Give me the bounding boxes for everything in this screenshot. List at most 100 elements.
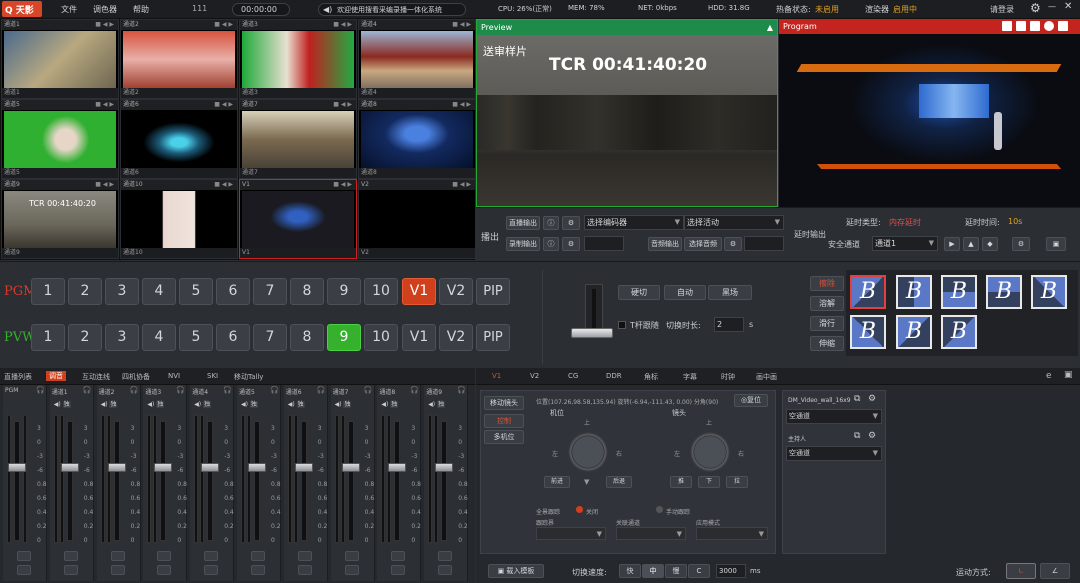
pgm-key-v2[interactable]: V2 [439, 278, 473, 305]
tab-clock[interactable]: 时钟 [721, 372, 735, 382]
headphone-icon[interactable]: 🎧 [457, 386, 466, 394]
pgm-key-6[interactable]: 6 [216, 278, 250, 305]
snapshot-icon[interactable] [1030, 21, 1040, 31]
track-range-select[interactable]: ▼ [536, 527, 606, 540]
tab-corner-logo[interactable]: 角标 [644, 372, 658, 382]
pan-button[interactable] [297, 551, 312, 561]
pvw-key-8[interactable]: 8 [290, 324, 324, 351]
mute-button[interactable] [157, 565, 172, 575]
pan-button[interactable] [438, 551, 453, 561]
layer-1-source-select[interactable]: 空通道 ▼ [786, 409, 882, 424]
pan-button[interactable] [63, 551, 78, 561]
record-gear-icon[interactable]: ⚙ [562, 237, 580, 251]
audio-field[interactable] [744, 236, 784, 251]
shield-icon[interactable]: ◆ [982, 237, 998, 251]
speed-custom[interactable]: C [688, 564, 710, 578]
pgm-key-4[interactable]: 4 [142, 278, 176, 305]
wipe-pattern-8[interactable]: B [941, 315, 977, 349]
volume-icon[interactable]: ◀) [381, 401, 390, 408]
tbar-follow-checkbox[interactable] [618, 321, 626, 329]
tab-subtitle[interactable]: 字幕 [683, 372, 697, 382]
multiview-cell-4[interactable]: 通道4 ■ ◀ ▶ 通道4 [358, 19, 476, 99]
close-icon[interactable]: ✕ [1064, 1, 1072, 12]
cut-button[interactable]: 硬切 [618, 285, 660, 300]
pan-button[interactable] [17, 551, 31, 561]
tab-pip[interactable]: 画中画 [756, 372, 777, 382]
gear-icon[interactable]: ⚙ [1030, 1, 1041, 15]
activity-select[interactable]: 选择活动 ▼ [684, 215, 784, 230]
tab-interactive[interactable]: 互动连线 [82, 372, 110, 382]
layer-1-gear-icon[interactable]: ⚙ [868, 394, 876, 404]
pvw-key-6[interactable]: 6 [216, 324, 250, 351]
pvw-key-5[interactable]: 5 [179, 324, 213, 351]
solo-button[interactable]: 独 [390, 401, 399, 408]
solo-button[interactable]: 独 [437, 401, 446, 408]
speed-slow[interactable]: 慢 [665, 564, 687, 578]
tab-mixer[interactable]: 调音 [46, 371, 66, 381]
transition-slide[interactable]: 滑行 [810, 316, 844, 331]
speed-value-input[interactable]: 3000 [716, 564, 746, 578]
pan-button[interactable] [391, 551, 406, 561]
down-arrow-icon[interactable]: ▼ [584, 478, 589, 486]
minimize-icon[interactable]: — [1048, 2, 1056, 11]
info-icon[interactable]: ⓘ [543, 216, 559, 230]
delay-extra-icon[interactable]: ▣ [1046, 237, 1066, 251]
mute-button[interactable] [63, 565, 78, 575]
side-multicam[interactable]: 多机位 [484, 430, 524, 444]
wipe-pattern-1[interactable]: B [850, 275, 886, 309]
fader-knob[interactable] [388, 463, 407, 472]
encoder-gear-icon[interactable]: ⚙ [562, 216, 580, 230]
apply-mode-select[interactable]: ▼ [696, 527, 768, 540]
fader-knob[interactable] [107, 463, 126, 472]
pvw-key-3[interactable]: 3 [105, 324, 139, 351]
transition-wipe[interactable]: 擦除 [810, 276, 844, 291]
record-icon[interactable] [1002, 21, 1012, 31]
menu-help[interactable]: 帮助 [133, 4, 149, 15]
pvw-key-7[interactable]: 7 [253, 324, 287, 351]
menu-color[interactable]: 调色器 [93, 4, 117, 15]
tab-ddr[interactable]: DDR [606, 372, 622, 380]
pgm-key-7[interactable]: 7 [253, 278, 287, 305]
pvw-key-10[interactable]: 10 [364, 324, 398, 351]
info-icon[interactable]: ⓘ [543, 237, 559, 251]
tab-four-cam[interactable]: 四机协备 [122, 372, 150, 382]
record-path-field[interactable] [584, 236, 624, 251]
multiview-cell-9[interactable]: 通道9 ■ ◀ ▶ TCR 00:41:40:20 通道9 [1, 179, 119, 259]
step-icon[interactable]: ▲ [963, 237, 979, 251]
fader-knob[interactable] [154, 463, 173, 472]
up-arrow-icon[interactable]: 上 [706, 418, 712, 427]
joystick-knob[interactable] [690, 432, 730, 472]
tab-v1[interactable]: V1 [492, 372, 501, 380]
pvw-key-v1[interactable]: V1 [402, 324, 436, 351]
solo-button[interactable]: 独 [62, 401, 71, 408]
wipe-pattern-3[interactable]: B [941, 275, 977, 309]
headphone-icon[interactable]: 🎧 [176, 386, 185, 394]
side-control[interactable]: 控制 [484, 414, 524, 428]
encoder-select[interactable]: 选择编码器 ▼ [584, 215, 684, 230]
panel-toggle-icon[interactable]: ▣ [1064, 370, 1073, 380]
mute-button[interactable] [17, 565, 31, 575]
volume-icon[interactable]: ◀) [147, 401, 156, 408]
headphone-icon[interactable]: 🎧 [223, 386, 232, 394]
tab-tally[interactable]: 移动Tally [234, 372, 263, 382]
pan-button[interactable] [204, 551, 219, 561]
fullscreen-icon[interactable] [1058, 21, 1068, 31]
play-icon[interactable]: ▶ [944, 237, 960, 251]
headphone-icon[interactable]: 🎧 [83, 386, 92, 394]
select-audio-button[interactable]: 选择音频 [684, 237, 722, 251]
pvw-key-4[interactable]: 4 [142, 324, 176, 351]
pan-button[interactable] [110, 551, 125, 561]
joystick-knob[interactable] [568, 432, 608, 472]
up-arrow-icon[interactable]: 上 [584, 418, 590, 427]
transition-stretch[interactable]: 伸缩 [810, 336, 844, 351]
pgm-key-9[interactable]: 9 [327, 278, 361, 305]
headphone-icon[interactable]: 🎧 [410, 386, 419, 394]
layer-2-source-select[interactable]: 空通道 ▼ [786, 446, 882, 461]
multiview-cell-v1[interactable]: V1 ■ ◀ ▶ V1 [239, 179, 357, 259]
pan-button[interactable] [157, 551, 172, 561]
safe-channel-select[interactable]: 通道1 ▼ [872, 236, 938, 251]
wipe-pattern-7[interactable]: B [896, 315, 932, 349]
multiview-cell-8[interactable]: 通道8 ■ ◀ ▶ 通道8 [358, 99, 476, 179]
pgm-key-5[interactable]: 5 [179, 278, 213, 305]
fader-knob[interactable] [248, 463, 266, 472]
